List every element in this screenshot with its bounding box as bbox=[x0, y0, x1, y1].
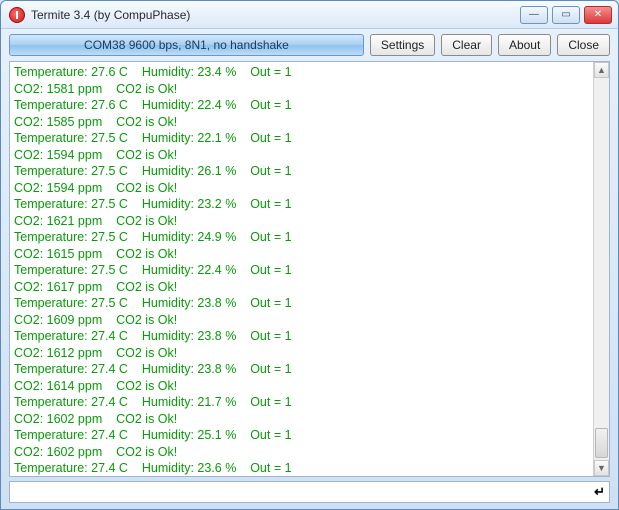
titlebar[interactable]: Termite 3.4 (by CompuPhase) — ▭ ✕ bbox=[1, 1, 618, 29]
scroll-down-icon[interactable]: ▼ bbox=[594, 460, 609, 476]
connection-status-button[interactable]: COM38 9600 bps, 8N1, no handshake bbox=[9, 34, 364, 56]
maximize-button[interactable]: ▭ bbox=[552, 6, 580, 24]
close-button[interactable]: Close bbox=[557, 34, 610, 56]
about-button[interactable]: About bbox=[498, 34, 551, 56]
command-input[interactable]: ↵ bbox=[9, 481, 610, 503]
minimize-button[interactable]: — bbox=[520, 6, 548, 24]
toolbar: COM38 9600 bps, 8N1, no handshake Settin… bbox=[1, 29, 618, 61]
scroll-thumb[interactable] bbox=[595, 428, 608, 458]
enter-icon: ↵ bbox=[594, 484, 605, 500]
clear-button[interactable]: Clear bbox=[441, 34, 492, 56]
window-title: Termite 3.4 (by CompuPhase) bbox=[31, 8, 190, 22]
app-icon bbox=[9, 7, 25, 23]
scrollbar[interactable]: ▲ ▼ bbox=[593, 62, 609, 476]
app-window: Termite 3.4 (by CompuPhase) — ▭ ✕ COM38 … bbox=[0, 0, 619, 510]
window-close-button[interactable]: ✕ bbox=[584, 6, 612, 24]
scroll-up-icon[interactable]: ▲ bbox=[594, 62, 609, 78]
settings-button[interactable]: Settings bbox=[370, 34, 435, 56]
terminal-area: Temperature: 27.6 C Humidity: 23.4 % Out… bbox=[9, 61, 610, 477]
terminal-output[interactable]: Temperature: 27.6 C Humidity: 23.4 % Out… bbox=[10, 62, 593, 476]
